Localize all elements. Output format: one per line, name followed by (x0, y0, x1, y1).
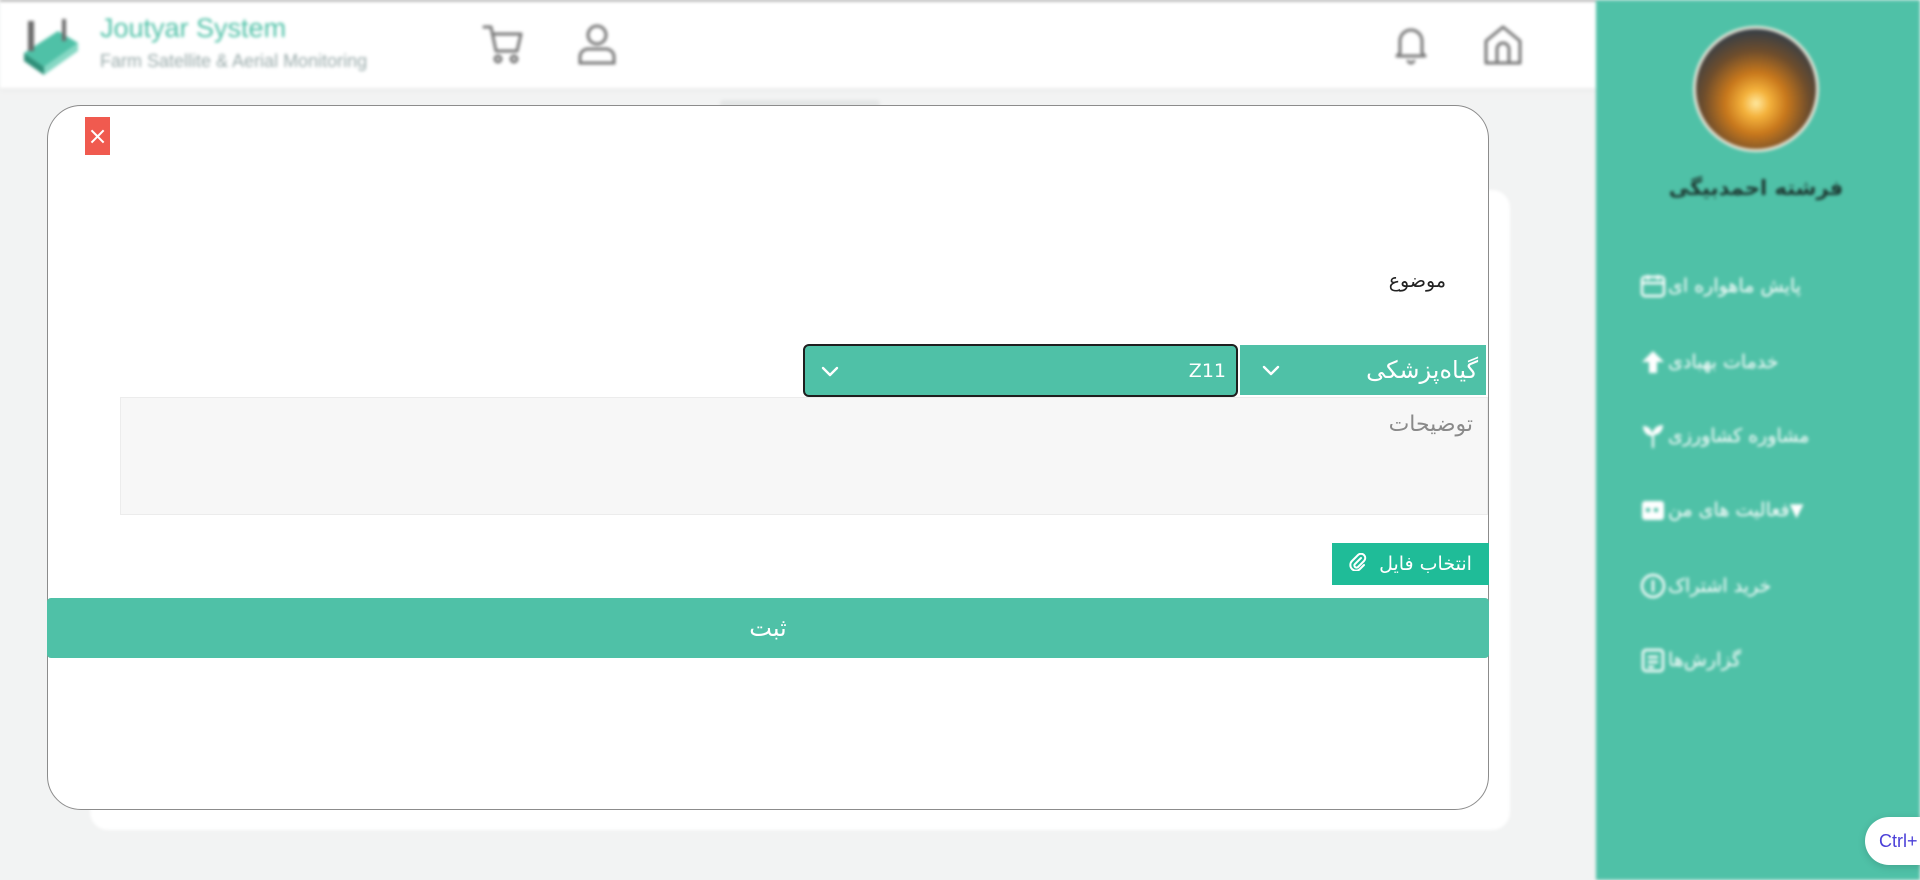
choose-file-label: انتخاب فایل (1379, 553, 1472, 575)
description-placeholder: توضیحات (1388, 412, 1473, 437)
brand-subtitle: Farm Satellite & Aerial Monitoring (100, 51, 368, 71)
sidebar-item-satellite[interactable]: پایش ماهواره ای (1620, 266, 1892, 306)
subject-label: موضوع (1388, 270, 1446, 292)
category-select[interactable]: گیاه‌پزشکی (1240, 345, 1486, 395)
description-textarea[interactable]: توضیحات (120, 397, 1488, 515)
sidebar-item-label: مشاوره کشاورزی (1668, 425, 1810, 447)
close-button[interactable]: × (85, 117, 110, 155)
chevron-down-icon[interactable]: ▼ (1790, 500, 1804, 521)
sidebar-item-activities[interactable]: فعالیت های من ▼ (1620, 490, 1892, 530)
sidebar-item-label: خدمات بهبادی (1668, 351, 1779, 373)
avatar[interactable] (1693, 26, 1819, 152)
chevron-down-icon (819, 360, 841, 382)
shortcut-hint[interactable]: Ctrl+ (1865, 817, 1920, 865)
sidebar-item-label: گزارش‌ها (1668, 649, 1741, 671)
cart-icon[interactable] (480, 21, 526, 67)
upload-icon (1638, 347, 1668, 377)
sidebar-item-label: پایش ماهواره ای (1668, 275, 1802, 297)
satellite-calendar-icon (1638, 271, 1668, 301)
category-select-value: گیاه‌پزشکی (1366, 356, 1478, 384)
sidebar-item-label: فعالیت های من (1668, 499, 1790, 521)
paperclip-icon (1349, 552, 1367, 576)
sidebar-item-subscription[interactable]: خرید اشتراک (1620, 566, 1892, 606)
sidebar-item-reports[interactable]: گزارش‌ها (1620, 640, 1892, 680)
submit-button[interactable]: ثبت (47, 598, 1489, 658)
coin-icon (1638, 571, 1668, 601)
sidebar-item-consulting[interactable]: مشاوره کشاورزی (1620, 416, 1892, 456)
plant-icon (1638, 421, 1668, 451)
sidebar-item-services[interactable]: خدمات بهبادی (1620, 342, 1892, 382)
code-select-value: Z11 (1188, 359, 1226, 382)
bell-icon[interactable] (1388, 21, 1434, 67)
chevron-down-icon (1260, 359, 1282, 381)
sidebar-item-label: خرید اشتراک (1668, 575, 1772, 597)
code-select[interactable]: Z11 (803, 344, 1238, 397)
home-icon[interactable] (1480, 21, 1526, 67)
report-icon (1638, 645, 1668, 675)
calendar-icon (1638, 495, 1668, 525)
top-header: Joutyar System Farm Satellite & Aerial M… (0, 0, 1596, 88)
brand-title: Joutyar System (100, 13, 287, 43)
user-icon[interactable] (574, 21, 620, 67)
username: فرشته احمدبیگی (1668, 176, 1844, 200)
logo-icon (18, 13, 84, 79)
choose-file-button[interactable]: انتخاب فایل (1332, 543, 1489, 585)
